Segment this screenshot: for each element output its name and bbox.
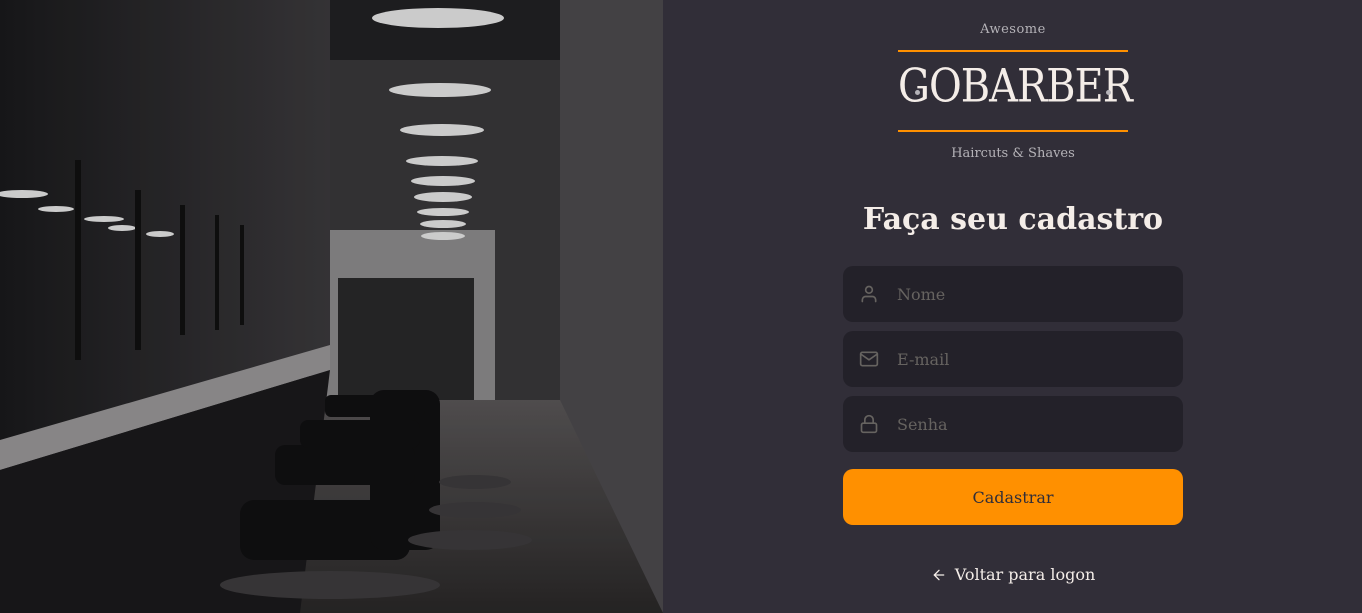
back-link-label: Voltar para logon bbox=[954, 565, 1096, 584]
lock-icon bbox=[859, 414, 879, 434]
signup-button[interactable]: Cadastrar bbox=[843, 469, 1183, 525]
logo-top-divider bbox=[898, 50, 1128, 52]
barbershop-background-image bbox=[0, 0, 663, 613]
mail-icon bbox=[859, 349, 879, 369]
user-icon bbox=[859, 284, 879, 304]
password-field[interactable] bbox=[843, 396, 1183, 452]
gobarber-logo: Awesome GOBARBER Haircuts & Shaves bbox=[898, 0, 1133, 170]
name-input[interactable] bbox=[897, 284, 1167, 304]
logo-bottom-text: Haircuts & Shaves bbox=[951, 146, 1075, 161]
name-field[interactable] bbox=[843, 266, 1183, 322]
arrow-left-icon bbox=[931, 567, 947, 583]
logo-top-text: Awesome bbox=[980, 22, 1046, 37]
logo-bottom-divider bbox=[898, 130, 1128, 132]
back-to-logon-link[interactable]: Voltar para logon bbox=[843, 565, 1183, 584]
page-title: Faça seu cadastro bbox=[862, 202, 1164, 237]
signup-panel: Awesome GOBARBER Haircuts & Shaves Faça … bbox=[663, 0, 1362, 613]
password-input[interactable] bbox=[897, 414, 1167, 434]
logo-wordmark: GOBARBER bbox=[898, 60, 1133, 113]
email-field[interactable] bbox=[843, 331, 1183, 387]
logo-dot-right bbox=[1106, 90, 1111, 95]
email-input[interactable] bbox=[897, 349, 1167, 369]
